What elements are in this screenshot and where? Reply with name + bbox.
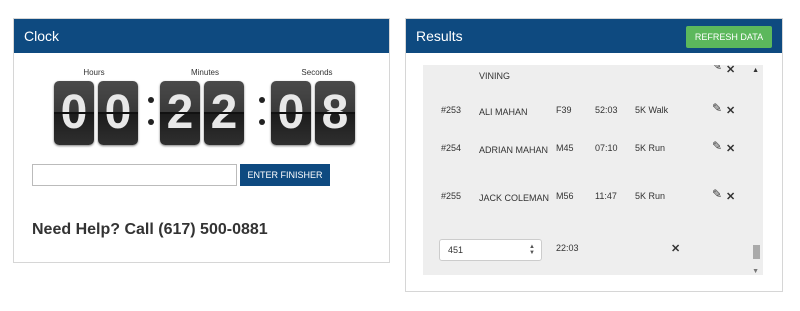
entry-time: 22:03 [556,243,579,253]
minutes-digit-2: 2 [204,81,244,145]
bib-number: #254 [441,143,462,153]
colon-separator [259,97,265,141]
spinner-arrows-icon[interactable]: ▲ ▼ [529,244,535,256]
clock-title: Clock [14,19,389,53]
scroll-down-icon[interactable]: ▼ [752,268,759,275]
scroll-up-icon[interactable]: ▲ [752,67,759,74]
bib-input-value: 451 [448,245,464,255]
runner-name: ALI MAHAN [479,107,528,117]
finish-time: 52:03 [595,105,618,115]
runner-name: VINING [479,71,511,81]
bib-input[interactable]: 451 ▲ ▼ [439,239,542,261]
edit-icon[interactable]: ✎ [712,65,722,73]
minutes-digit-1: 2 [160,81,200,145]
results-panel: Results REFRESH DATA VINING ✎ ✕ #253 ALI… [405,18,783,292]
refresh-data-button[interactable]: REFRESH DATA [686,26,772,48]
edit-icon[interactable]: ✎ [712,139,722,153]
colon-separator [148,97,154,141]
race-name: 5K Walk [635,105,669,115]
seconds-digit-2: 8 [315,81,355,145]
seconds-digit-1: 0 [271,81,311,145]
finish-time: 07:10 [595,143,618,153]
edit-icon[interactable]: ✎ [712,187,722,201]
hours-label: Hours [83,68,105,77]
enter-finisher-button[interactable]: ENTER FINISHER [240,164,330,186]
delete-icon[interactable]: ✕ [726,190,735,203]
delete-icon[interactable]: ✕ [726,104,735,117]
division: M45 [556,143,574,153]
minutes-label: Minutes [190,68,219,77]
runner-name: JACK COLEMAN [479,193,550,203]
finish-time: 11:47 [595,191,617,201]
results-title: Results REFRESH DATA [406,19,782,53]
results-list[interactable]: VINING ✎ ✕ #253 ALI MAHAN F39 52:03 5K W… [423,65,763,275]
hours-digit-1: 0 [54,81,94,145]
race-name: 5K Run [635,191,666,201]
hours-digit-2: 0 [98,81,138,145]
division: M56 [556,191,574,201]
clock-panel: Clock Hours Minutes Seconds 0 0 2 2 0 8 … [13,18,390,263]
delete-icon[interactable]: ✕ [671,242,680,255]
finisher-input[interactable] [32,164,237,186]
scrollbar-thumb[interactable] [753,245,760,259]
delete-icon[interactable]: ✕ [726,142,735,155]
delete-icon[interactable]: ✕ [726,65,735,76]
bib-number: #255 [441,191,462,201]
runner-name: ADRIAN MAHAN [479,145,549,155]
results-title-text: Results [416,28,463,44]
help-text: Need Help? Call (617) 500-0881 [32,221,268,238]
bib-number: #253 [441,105,462,115]
race-name: 5K Run [635,143,666,153]
seconds-label: Seconds [301,68,333,77]
edit-icon[interactable]: ✎ [712,101,722,115]
division: F39 [556,105,572,115]
